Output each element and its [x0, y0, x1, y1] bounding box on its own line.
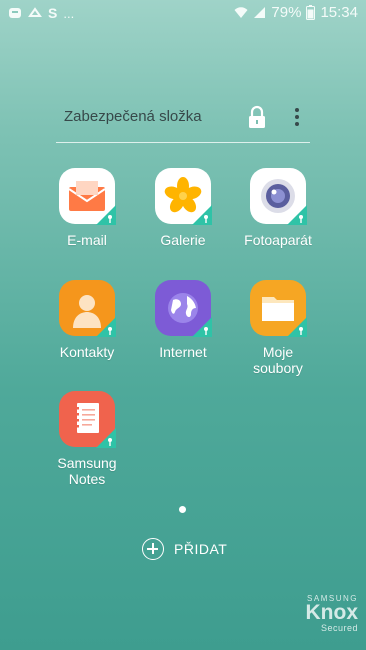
app-label: Fotoaparát	[244, 232, 312, 248]
app-my-files[interactable]: Moje soubory	[232, 280, 324, 376]
secure-key-badge-icon	[287, 205, 307, 225]
app-contacts[interactable]: Kontakty	[41, 280, 133, 360]
app-label: Moje soubory	[253, 344, 303, 376]
status-bar-system: 79% 15:34	[234, 4, 358, 21]
app-label: Samsung Notes	[57, 455, 117, 487]
app-label: Kontakty	[59, 344, 115, 360]
status-bar: S ... 79% 15:34	[0, 0, 366, 26]
secure-key-badge-icon	[96, 317, 116, 337]
add-apps-label: PŘIDAT	[174, 541, 228, 557]
notification-s-icon: S	[48, 5, 58, 21]
secure-key-badge-icon	[192, 317, 212, 337]
more-vertical-icon	[295, 108, 299, 126]
clock: 15:34	[320, 4, 358, 21]
app-samsung-notes[interactable]: Samsung Notes	[41, 391, 133, 487]
knox-name: Knox	[305, 601, 359, 624]
lock-button[interactable]	[246, 105, 268, 129]
battery-icon	[306, 5, 316, 20]
knox-logo: SAMSUNG Knox Secured	[296, 594, 359, 633]
secure-key-badge-icon	[192, 205, 212, 225]
app-internet[interactable]: Internet	[137, 280, 229, 360]
notification-sync-icon	[28, 7, 42, 17]
battery-percent: 79%	[271, 4, 302, 21]
app-camera[interactable]: Fotoaparát	[232, 168, 324, 248]
app-email[interactable]: E-mail	[41, 168, 133, 248]
more-options-button[interactable]	[292, 106, 302, 128]
wifi-icon	[234, 7, 248, 18]
app-gallery[interactable]: Galerie	[137, 168, 229, 248]
secure-key-badge-icon	[287, 317, 307, 337]
app-label: Galerie	[160, 232, 206, 248]
secure-key-badge-icon	[96, 205, 116, 225]
status-bar-notifications: S ...	[8, 5, 74, 21]
notification-app-icon	[9, 8, 21, 18]
folder-header: Zabezpečená složka	[56, 100, 310, 143]
secure-key-badge-icon	[96, 428, 116, 448]
plus-circle-icon	[142, 538, 164, 560]
app-label: Internet	[159, 344, 207, 360]
notification-more-text: ...	[63, 5, 75, 21]
app-label: E-mail	[67, 232, 107, 248]
page-indicator	[179, 506, 186, 513]
signal-icon	[254, 7, 266, 18]
lock-icon	[249, 105, 265, 128]
knox-sub: Secured	[320, 623, 358, 633]
folder-title[interactable]: Zabezpečená složka	[64, 108, 202, 125]
add-apps-button[interactable]: PŘIDAT	[142, 538, 227, 560]
